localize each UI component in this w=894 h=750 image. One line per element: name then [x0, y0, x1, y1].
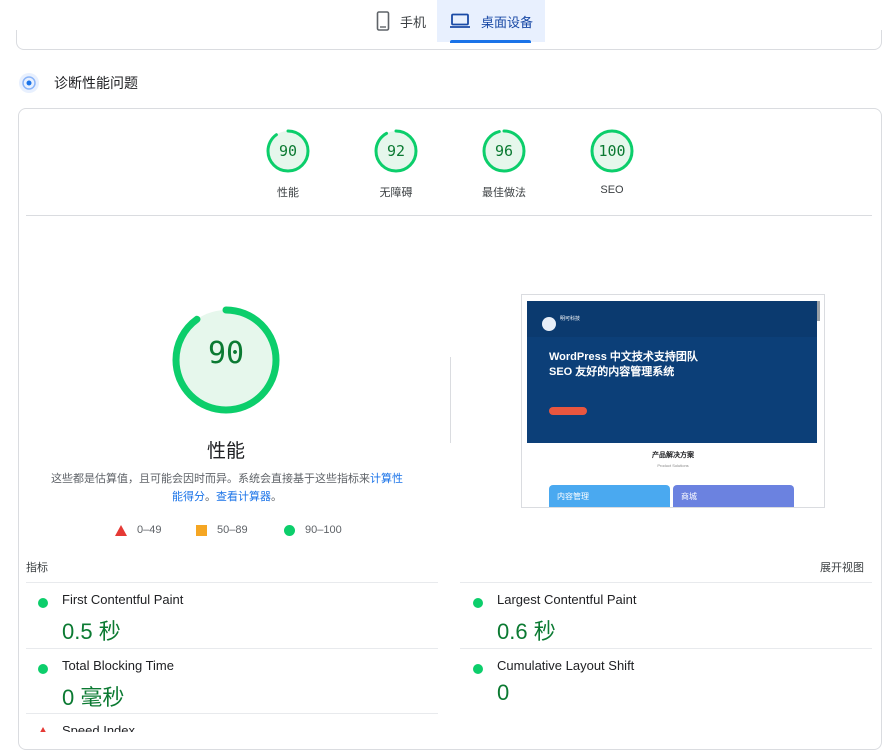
gauge-performance[interactable]: 90 — [265, 128, 311, 174]
gauge-label-performance: 性能 — [277, 187, 299, 199]
divider — [26, 215, 872, 216]
expand-view-button[interactable]: 展开视图 — [820, 559, 864, 575]
metric-value: 0.5 秒 — [62, 619, 121, 644]
preview-button — [549, 407, 587, 415]
gauge-label-accessibility: 无障碍 — [379, 187, 413, 199]
good-circle-icon — [473, 664, 483, 674]
triangle-icon — [40, 727, 46, 732]
preview-headline: WordPress 中文技术支持团队 SEO 友好的内容管理系统 — [549, 350, 698, 380]
metric-value: 0 — [497, 680, 510, 705]
preview-brand: 明可科技 — [560, 316, 581, 322]
tab-active-indicator — [450, 40, 531, 43]
metric-name: Total Blocking Time — [62, 658, 174, 673]
good-circle-icon — [38, 598, 48, 608]
row-divider — [26, 648, 438, 649]
gauge-score: 90 — [278, 142, 298, 160]
preview-box-shop: 商城 — [673, 485, 794, 507]
gauge-score: 96 — [494, 142, 514, 160]
preview-scrollbar — [817, 301, 820, 321]
preview-logo — [542, 317, 556, 331]
metric-cls: Cumulative Layout Shift 0 — [473, 658, 873, 708]
metric-name: Largest Contentful Paint — [497, 592, 637, 607]
description-end: 。 — [271, 491, 282, 503]
vertical-separator — [450, 357, 451, 443]
gauge-label-best-practices: 最佳做法 — [482, 187, 526, 199]
gauge-accessibility[interactable]: 92 — [373, 128, 419, 174]
description-sep: 。 — [205, 491, 216, 503]
row-divider — [460, 582, 872, 583]
diagnostic-icon — [19, 73, 39, 93]
description-text: 这些都是估算值，且可能会因时而异。系统会直接基于这些指标来 — [51, 473, 370, 485]
legend-average-label: 50–89 — [217, 524, 248, 536]
triangle-icon — [115, 524, 127, 536]
tab-desktop[interactable]: 桌面设备 — [437, 0, 545, 42]
gauge-score: 92 — [386, 142, 406, 160]
view-calculator-link[interactable]: 查看计算器 — [216, 491, 271, 503]
metric-name: Cumulative Layout Shift — [497, 658, 635, 673]
preview-headline-1: WordPress 中文技术支持团队 — [549, 351, 698, 363]
tab-mobile-label: 手机 — [399, 14, 426, 30]
gauge-best-practices[interactable]: 96 — [481, 128, 527, 174]
metric-value: 0 毫秒 — [62, 685, 125, 710]
legend-poor: 0–49 — [115, 524, 161, 536]
metric-name: Speed Index — [62, 723, 136, 732]
main-score-label: 性能 — [206, 441, 245, 462]
circle-icon — [284, 524, 295, 536]
section-title: 诊断性能问题 — [54, 75, 138, 91]
legend-poor-label: 0–49 — [137, 524, 162, 536]
metric-speed-index: Speed Index — [38, 723, 438, 732]
tab-desktop-label: 桌面设备 — [480, 14, 533, 30]
preview-box-content: 内容管理 — [549, 485, 670, 507]
square-icon — [196, 524, 207, 536]
metric-tbt: Total Blocking Time 0 毫秒 — [38, 658, 438, 710]
row-divider — [26, 713, 438, 714]
row-divider — [460, 648, 872, 649]
legend-average: 50–89 — [196, 524, 248, 536]
metric-name: First Contentful Paint — [62, 592, 184, 607]
good-circle-icon — [473, 598, 483, 608]
metrics-heading: 指标 — [26, 562, 48, 574]
row-divider — [26, 582, 438, 583]
legend-good: 90–100 — [284, 524, 342, 536]
laptop-icon — [449, 13, 470, 28]
legend-good-label: 90–100 — [305, 524, 342, 536]
metric-value: 0.6 秒 — [497, 619, 556, 644]
preview-section-title: 产品解决方案 — [652, 452, 694, 459]
good-circle-icon — [38, 664, 48, 674]
tab-mobile[interactable]: 手机 — [365, 0, 437, 42]
metric-fcp: First Contentful Paint 0.5 秒 — [38, 592, 438, 644]
gauge-label-seo: SEO — [600, 184, 624, 196]
gauge-score: 100 — [598, 142, 626, 160]
mobile-icon — [376, 11, 390, 31]
main-score-value: 90 — [207, 336, 245, 371]
preview-topbar — [527, 301, 817, 315]
score-description: 这些都是估算值，且可能会因时而异。系统会直接基于这些指标来计算性能得分。查看计算… — [46, 470, 408, 506]
metric-lcp: Largest Contentful Paint 0.6 秒 — [473, 592, 873, 644]
preview-headline-2: SEO 友好的内容管理系统 — [549, 366, 675, 378]
preview-section-subtitle: Product Solutions — [657, 463, 689, 468]
page-screenshot[interactable]: 明可科技 WordPress 中文技术支持团队 SEO 友好的内容管理系统 产品… — [521, 294, 825, 508]
gauge-seo[interactable]: 100 — [589, 128, 635, 174]
